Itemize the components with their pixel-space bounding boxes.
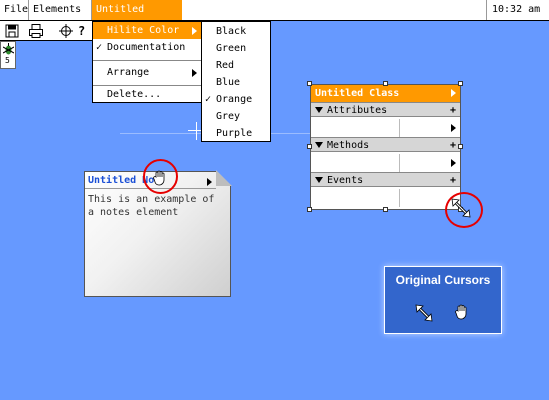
color-option-orange[interactable]: ✓ Orange bbox=[202, 91, 270, 108]
color-option-label: Orange bbox=[216, 94, 253, 105]
selection-handle[interactable] bbox=[307, 81, 312, 86]
class-title-label: Untitled Class bbox=[315, 88, 400, 99]
row-arrow-icon[interactable] bbox=[451, 159, 456, 167]
method-row[interactable] bbox=[311, 154, 460, 172]
class-menu-dropdown: Hilite Color ✓ Documentation Arrange Del… bbox=[92, 21, 202, 103]
crosshair-icon[interactable] bbox=[58, 23, 74, 39]
menu-item-documentation[interactable]: ✓ Documentation bbox=[93, 39, 201, 56]
menu-item-hilite-color[interactable]: Hilite Color bbox=[93, 22, 201, 39]
selection-handle[interactable] bbox=[458, 144, 463, 149]
row-divider bbox=[399, 119, 400, 137]
menu-elements[interactable]: Elements bbox=[29, 0, 92, 20]
collapse-triangle-icon[interactable] bbox=[315, 177, 323, 183]
section-label-events: Events bbox=[327, 175, 364, 186]
collapse-triangle-icon[interactable] bbox=[315, 142, 323, 148]
note-expand-arrow-icon[interactable] bbox=[207, 178, 212, 186]
highlight-circle bbox=[445, 192, 483, 228]
menu-separator bbox=[93, 60, 201, 61]
note-folded-corner bbox=[216, 170, 232, 186]
class-expand-arrow-icon[interactable] bbox=[451, 89, 456, 97]
crosshair-cursor-vertical bbox=[196, 122, 197, 140]
palette-badge: 5 bbox=[5, 56, 10, 65]
selection-handle[interactable] bbox=[307, 144, 312, 149]
hand-cursor-icon bbox=[455, 304, 467, 320]
add-method-icon[interactable]: + bbox=[450, 138, 456, 153]
color-option-green[interactable]: Green bbox=[202, 40, 270, 57]
section-label-attributes: Attributes bbox=[327, 105, 388, 116]
selection-handle[interactable] bbox=[383, 207, 388, 212]
submenu-arrow-icon bbox=[192, 69, 197, 77]
add-attribute-icon[interactable]: + bbox=[450, 103, 456, 118]
menu-item-arrange[interactable]: Arrange bbox=[93, 64, 201, 81]
original-cursors-panel: Original Cursors bbox=[384, 266, 502, 334]
class-element[interactable]: Untitled Class Attributes + Methods + Ev… bbox=[310, 84, 461, 210]
color-option-red[interactable]: Red bbox=[202, 57, 270, 74]
note-text[interactable]: This is an example of a notes element bbox=[88, 193, 223, 219]
attribute-row[interactable] bbox=[311, 119, 460, 137]
menu-untitled-class[interactable]: Untitled Class bbox=[92, 0, 182, 35]
menu-item-label: Documentation bbox=[107, 42, 186, 53]
menu-bar: File Elements Untitled Class 10:32 am bbox=[0, 0, 549, 35]
clock: 10:32 am bbox=[486, 0, 549, 20]
resize-cursor-icon bbox=[415, 304, 433, 322]
section-label-methods: Methods bbox=[327, 140, 370, 151]
menu-file[interactable]: File bbox=[0, 0, 29, 20]
bug-icon bbox=[3, 43, 14, 55]
section-events[interactable]: Events + bbox=[311, 172, 460, 187]
color-option-blue[interactable]: Blue bbox=[202, 74, 270, 91]
selection-handle[interactable] bbox=[458, 81, 463, 86]
print-icon[interactable] bbox=[28, 23, 44, 39]
save-icon[interactable] bbox=[4, 23, 20, 39]
palette-tool[interactable]: 5 bbox=[0, 41, 16, 69]
section-methods[interactable]: Methods + bbox=[311, 137, 460, 152]
menu-item-label: Delete... bbox=[107, 89, 162, 100]
color-option-black[interactable]: Black bbox=[202, 23, 270, 40]
event-row[interactable] bbox=[311, 189, 460, 207]
menu-item-delete[interactable]: Delete... bbox=[93, 86, 201, 103]
submenu-arrow-icon bbox=[192, 27, 197, 35]
checkmark-icon: ✓ bbox=[205, 94, 212, 105]
selection-handle[interactable] bbox=[307, 207, 312, 212]
class-title[interactable]: Untitled Class bbox=[311, 85, 460, 102]
menu-item-label: Arrange bbox=[107, 67, 150, 78]
section-attributes[interactable]: Attributes + bbox=[311, 102, 460, 117]
color-option-grey[interactable]: Grey bbox=[202, 108, 270, 125]
collapse-triangle-icon[interactable] bbox=[315, 107, 323, 113]
menu-item-label: Hilite Color bbox=[107, 25, 180, 36]
selection-handle[interactable] bbox=[383, 81, 388, 86]
row-arrow-icon[interactable] bbox=[451, 124, 456, 132]
row-divider bbox=[399, 154, 400, 172]
hilite-color-submenu: Black Green Red Blue ✓ Orange Grey Purpl… bbox=[201, 21, 271, 142]
legend-title: Original Cursors bbox=[395, 273, 491, 287]
checkmark-icon: ✓ bbox=[96, 42, 103, 53]
color-option-purple[interactable]: Purple bbox=[202, 125, 270, 142]
highlight-circle bbox=[143, 159, 178, 194]
row-divider bbox=[399, 189, 400, 207]
add-event-icon[interactable]: + bbox=[450, 173, 456, 188]
